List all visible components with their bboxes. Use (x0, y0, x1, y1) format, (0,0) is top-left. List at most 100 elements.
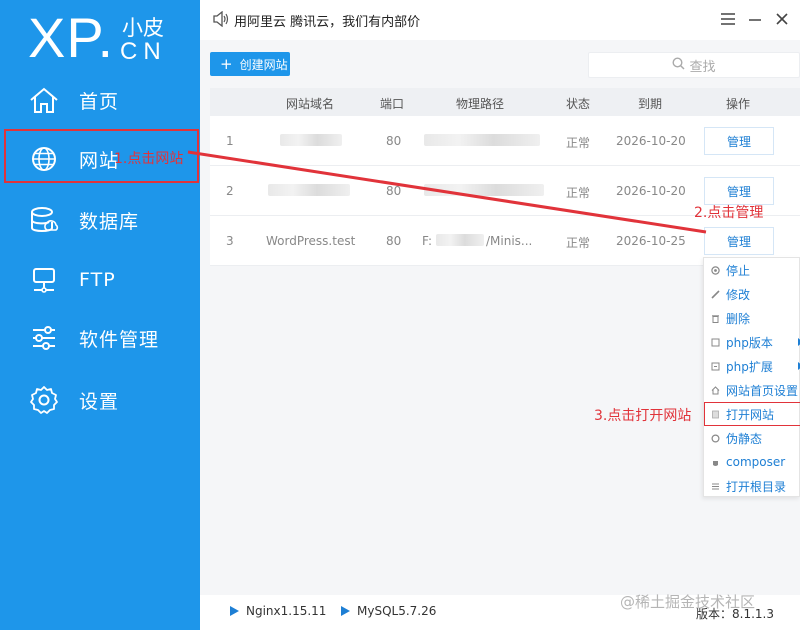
manage-button[interactable]: 管理 (704, 227, 774, 255)
menu-item-label: 停止 (726, 263, 751, 278)
menu-item-label: 伪静态 (726, 431, 763, 446)
annotation-step2: 2.点击管理 (694, 205, 764, 221)
sidebar-item-label: 首页 (79, 90, 120, 113)
website-table: 网站域名 端口 物理路径 状态 到期 操作 1 80 正常 2026-10-20… (210, 88, 800, 266)
manage-button[interactable]: 管理 (704, 127, 774, 155)
sidebar-item-label: FTP (79, 269, 116, 291)
search-icon (672, 56, 686, 74)
nginx-service-toggle[interactable]: Nginx1.15.11 (230, 604, 326, 618)
redacted-path (424, 184, 544, 196)
row-expiry: 2026-10-25 (616, 234, 686, 248)
column-header-action: 操作 (726, 97, 751, 111)
close-icon[interactable] (772, 9, 792, 29)
composer-icon (710, 457, 720, 467)
column-header-port: 端口 (380, 97, 405, 111)
search-input[interactable]: 查找 (588, 52, 800, 78)
sidebar-item-label: 设置 (79, 390, 120, 413)
menu-item-php-version[interactable]: php版本 (704, 331, 800, 353)
row-port: 80 (386, 134, 402, 148)
sidebar-item-software[interactable]: 软件管理 (0, 310, 200, 366)
extension-icon (710, 361, 720, 371)
row-port: 80 (386, 184, 402, 198)
folder-list-icon (710, 481, 720, 491)
play-icon (341, 606, 350, 616)
row-status: 正常 (566, 136, 591, 150)
mysql-service-label: MySQL5.7.26 (357, 604, 437, 618)
plus-icon: + (220, 54, 233, 73)
row-domain: WordPress.test (266, 234, 356, 248)
play-icon (230, 606, 239, 616)
minimize-icon[interactable] (745, 9, 765, 29)
manage-button[interactable]: 管理 (704, 177, 774, 205)
menu-item-label: php扩展 (726, 359, 773, 374)
mysql-service-toggle[interactable]: MySQL5.7.26 (341, 604, 436, 618)
menu-item-delete[interactable]: 删除 (704, 307, 800, 329)
row-index: 2 (226, 184, 234, 198)
sidebar-item-database[interactable]: 数据库 (0, 192, 200, 248)
sliders-icon (28, 322, 60, 354)
column-header-path: 物理路径 (456, 97, 505, 111)
menu-item-open-website[interactable]: 打开网站 (704, 402, 800, 426)
php-icon (710, 337, 720, 347)
pencil-icon (710, 289, 720, 299)
menu-item-rewrite[interactable]: 伪静态 (704, 427, 800, 449)
sidebar-item-settings[interactable]: 设置 (0, 372, 200, 428)
nginx-service-label: Nginx1.15.11 (246, 604, 327, 618)
sidebar-item-label: 数据库 (79, 210, 140, 233)
row-port: 80 (386, 234, 402, 248)
trash-icon (710, 313, 720, 323)
stop-icon (710, 265, 720, 275)
menu-icon[interactable] (718, 9, 738, 29)
manage-context-menu: 停止 修改 删除 php版本 php扩展 网站首页设置 打开网站 伪静态 com… (703, 257, 800, 497)
sidebar: XP. 小皮 CN 首页 网站 数据库 FTP 软件管理 设置 (0, 0, 200, 630)
annotation-step1: 1.点击网站 (114, 151, 184, 167)
table-row: 1 80 正常 2026-10-20 管理 (210, 116, 800, 166)
row-expiry: 2026-10-20 (616, 134, 686, 148)
speaker-icon (212, 10, 230, 31)
row-index: 3 (226, 234, 234, 248)
sidebar-item-ftp[interactable]: FTP (0, 252, 200, 308)
row-expiry: 2026-10-20 (616, 184, 686, 198)
create-website-label: 创建网站 (239, 57, 288, 72)
menu-item-label: 修改 (726, 287, 751, 302)
home-icon (28, 84, 60, 116)
logo-bottom-text: CN (120, 38, 167, 65)
menu-item-php-extensions[interactable]: php扩展 (704, 355, 800, 377)
menu-item-homepage-settings[interactable]: 网站首页设置 (704, 379, 800, 401)
logo-xp: XP. (28, 8, 114, 68)
menu-item-label: 删除 (726, 311, 751, 326)
database-icon (28, 204, 60, 236)
home-small-icon (710, 385, 720, 395)
promo-notice[interactable]: 用阿里云 腾讯云，我们有内部价 (234, 11, 420, 30)
row-index: 1 (226, 134, 234, 148)
row-path-prefix: F: (422, 234, 433, 248)
menu-item-label: php版本 (726, 335, 773, 350)
menu-item-composer[interactable]: composer (704, 451, 800, 473)
create-website-button[interactable]: + 创建网站 (210, 52, 290, 76)
menu-item-stop[interactable]: 停止 (704, 259, 800, 281)
menu-item-edit[interactable]: 修改 (704, 283, 800, 305)
row-path-suffix: /Minis... (486, 234, 533, 248)
menu-item-label: composer (726, 455, 786, 469)
logo-dot: . (97, 6, 115, 69)
ftp-server-icon (28, 264, 60, 296)
redacted-domain (268, 184, 350, 196)
column-header-domain: 网站域名 (286, 97, 335, 111)
table-header: 网站域名 端口 物理路径 状态 到期 操作 (210, 88, 800, 116)
sidebar-item-label: 软件管理 (79, 328, 160, 351)
redacted-path (436, 234, 484, 246)
rewrite-icon (710, 433, 720, 443)
menu-item-label: 打开网站 (726, 407, 775, 422)
top-bar: 用阿里云 腾讯云，我们有内部价 (200, 0, 800, 40)
column-header-status: 状态 (566, 97, 591, 111)
menu-item-open-root[interactable]: 打开根目录 (704, 475, 800, 497)
redacted-domain (280, 134, 342, 146)
menu-item-label: 网站首页设置 (726, 383, 799, 398)
annotation-step3: 3.点击打开网站 (594, 408, 692, 424)
column-header-expiry: 到期 (638, 97, 663, 111)
row-status: 正常 (566, 186, 591, 200)
watermark: @稀土掘金技术社区 (620, 593, 756, 611)
sidebar-item-home[interactable]: 首页 (0, 72, 200, 128)
gear-icon (28, 384, 60, 416)
row-status: 正常 (566, 236, 591, 250)
